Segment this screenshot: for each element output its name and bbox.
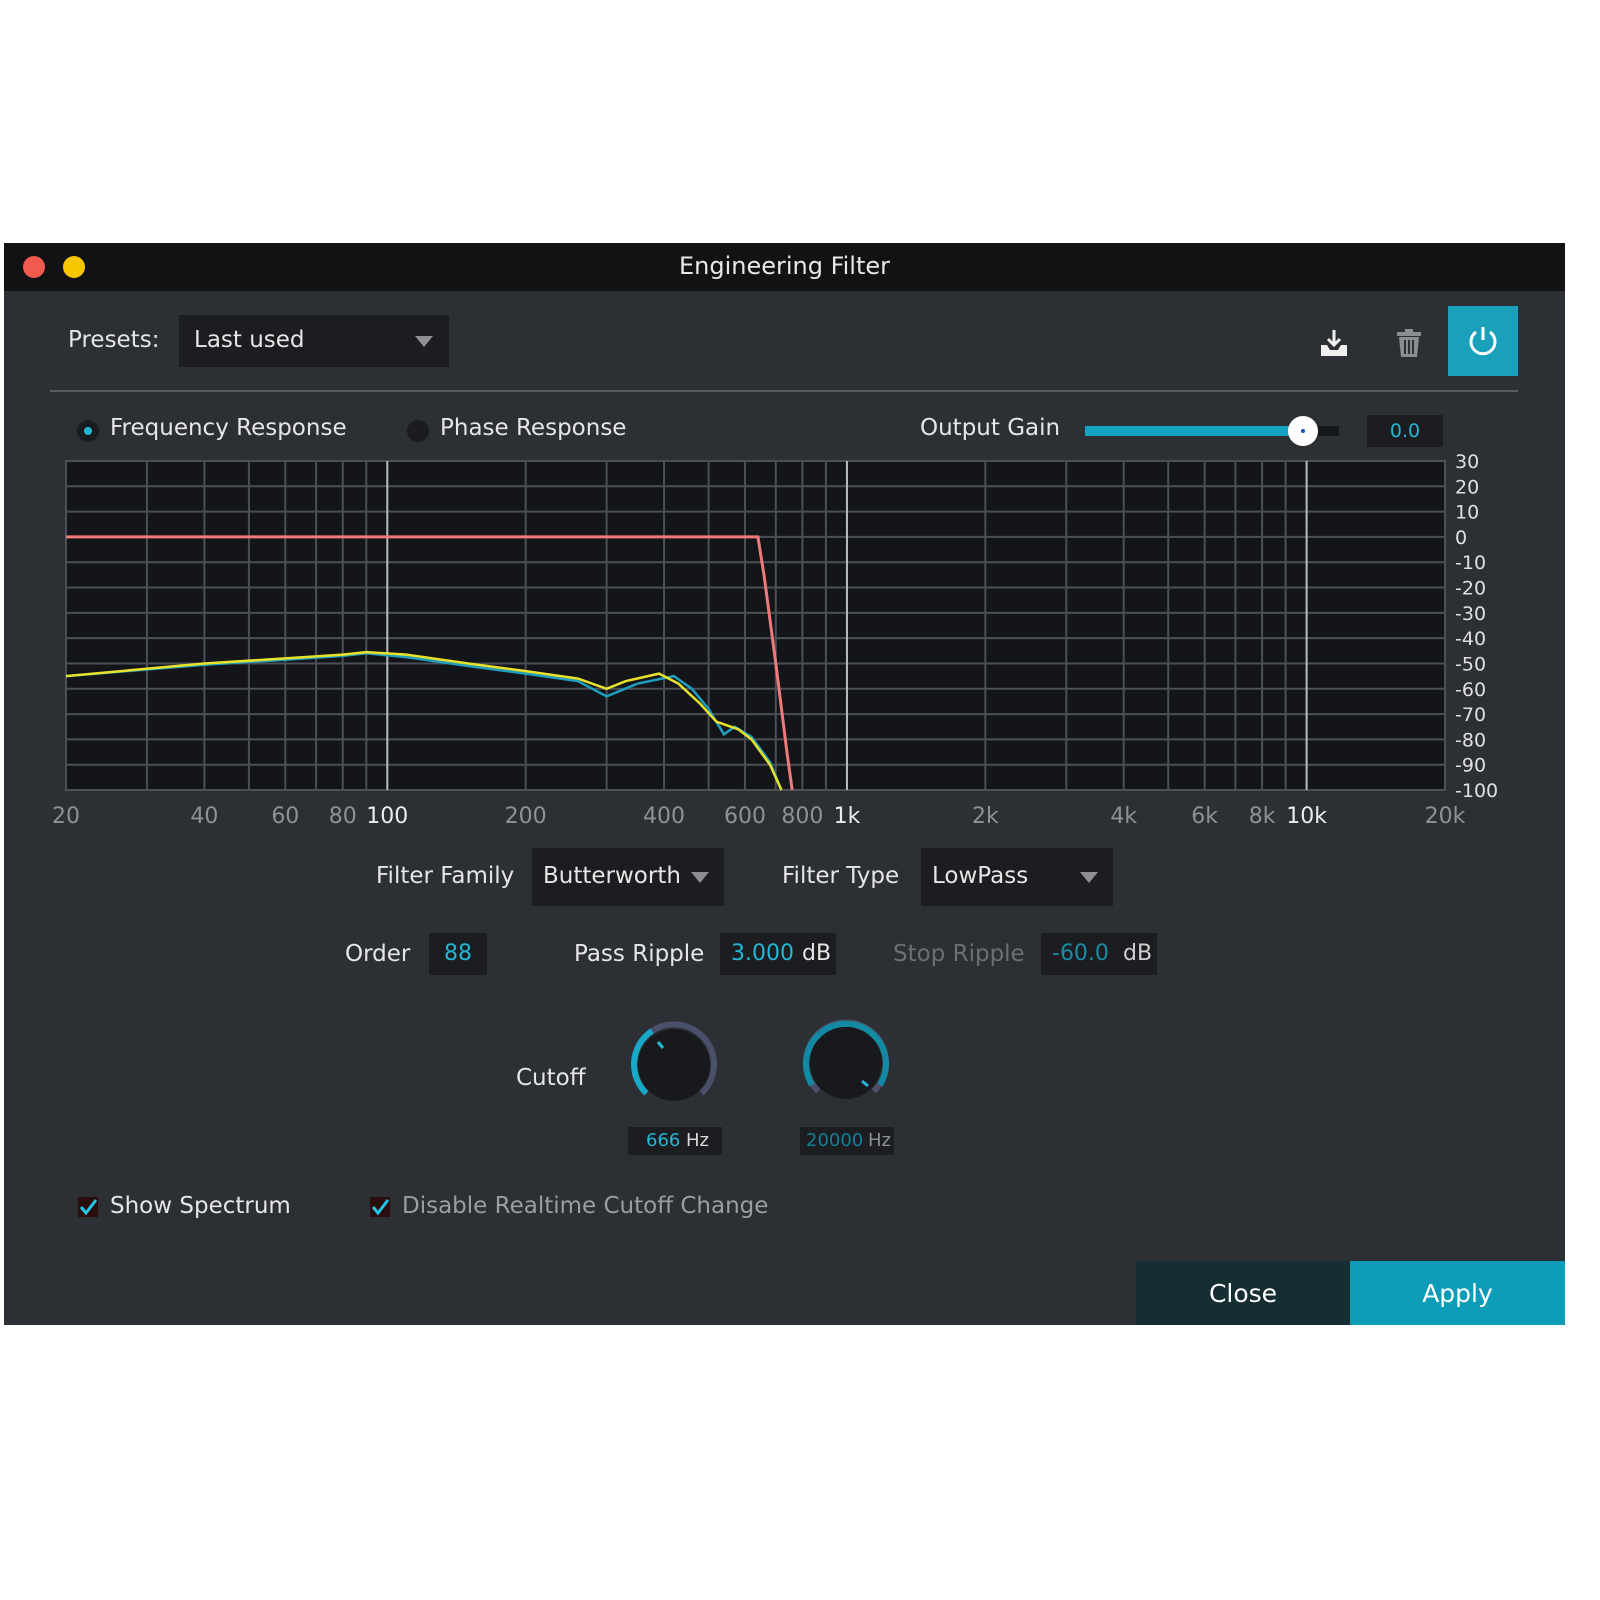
- x-tick-label: 20: [52, 804, 80, 829]
- cutoff-label: Cutoff: [516, 1065, 586, 1091]
- disable-realtime-label: Disable Realtime Cutoff Change: [402, 1193, 769, 1219]
- y-tick-label: -90: [1455, 755, 1486, 777]
- y-tick-label: -100: [1455, 780, 1498, 802]
- x-tick-label: 100: [366, 804, 408, 829]
- chevron-down-icon: [691, 872, 709, 883]
- y-tick-label: -30: [1455, 603, 1486, 625]
- cutoff-low-field[interactable]: 666 Hz: [628, 1127, 722, 1155]
- frequency-response-chart: 3020100-10-20-30-40-50-60-70-80-90-10020…: [52, 451, 1498, 829]
- x-tick-label: 600: [724, 804, 766, 829]
- x-tick-label: 2k: [972, 804, 999, 829]
- disable-realtime-checkbox[interactable]: [370, 1197, 390, 1217]
- y-tick-label: -80: [1455, 729, 1486, 751]
- cutoff-low-unit: Hz: [686, 1130, 709, 1151]
- engineering-filter-window: Engineering Filter Presets: Last used Fr…: [4, 243, 1565, 1325]
- filter-family-value: Butterworth: [543, 863, 681, 889]
- x-tick-label: 40: [190, 804, 218, 829]
- filter-family-label: Filter Family: [376, 863, 515, 889]
- order-label: Order: [345, 941, 411, 967]
- x-tick-label: 80: [329, 804, 357, 829]
- apply-button[interactable]: Apply: [1350, 1261, 1565, 1325]
- cutoff-low-value: 666: [646, 1130, 681, 1151]
- y-tick-label: -40: [1455, 628, 1486, 650]
- pass-ripple-unit: dB: [802, 941, 832, 966]
- knob-body: [638, 1029, 710, 1101]
- pass-ripple-input[interactable]: 3.000 dB: [720, 933, 836, 975]
- x-tick-label: 4k: [1110, 804, 1137, 829]
- chevron-down-icon: [1080, 872, 1098, 883]
- x-tick-label: 1k: [834, 804, 861, 829]
- checkmark-icon: [79, 1199, 98, 1216]
- x-tick-label: 60: [271, 804, 299, 829]
- cutoff-high-unit: Hz: [868, 1130, 891, 1151]
- filter-family-dropdown[interactable]: Butterworth: [532, 848, 724, 906]
- cutoff-low-knob[interactable]: [624, 1015, 724, 1115]
- show-spectrum-label: Show Spectrum: [110, 1193, 291, 1219]
- x-tick-label: 800: [781, 804, 823, 829]
- y-tick-label: -70: [1455, 704, 1486, 726]
- pass-ripple-value: 3.000: [731, 941, 794, 966]
- cutoff-high-knob[interactable]: [796, 1013, 896, 1113]
- y-tick-label: 20: [1455, 476, 1479, 498]
- filter-type-label: Filter Type: [782, 863, 900, 889]
- x-tick-label: 6k: [1191, 804, 1218, 829]
- y-tick-label: 10: [1455, 502, 1479, 524]
- y-tick-label: 0: [1455, 527, 1467, 549]
- knob-body: [810, 1027, 882, 1099]
- x-tick-label: 8k: [1249, 804, 1276, 829]
- filter-type-value: LowPass: [932, 863, 1029, 889]
- filter-type-dropdown[interactable]: LowPass: [921, 848, 1113, 906]
- stop-ripple-value: -60.0: [1052, 941, 1109, 966]
- close-button[interactable]: Close: [1136, 1261, 1350, 1325]
- cutoff-high-value: 20000: [806, 1130, 864, 1151]
- y-tick-label: -50: [1455, 653, 1486, 675]
- y-tick-label: -10: [1455, 552, 1486, 574]
- stop-ripple-unit: dB: [1123, 941, 1153, 966]
- cutoff-high-field: 20000 Hz: [800, 1127, 894, 1155]
- y-tick-label: -20: [1455, 578, 1486, 600]
- y-tick-label: -60: [1455, 679, 1486, 701]
- stop-ripple-input: -60.0 dB: [1041, 933, 1157, 975]
- x-tick-label: 400: [643, 804, 685, 829]
- y-tick-label: 30: [1455, 451, 1479, 473]
- show-spectrum-checkbox[interactable]: [78, 1197, 98, 1217]
- pass-ripple-label: Pass Ripple: [574, 941, 705, 967]
- stop-ripple-label: Stop Ripple: [893, 941, 1025, 967]
- x-tick-label: 200: [505, 804, 547, 829]
- order-input[interactable]: 88: [429, 933, 487, 975]
- checkmark-icon: [371, 1199, 390, 1216]
- x-tick-label: 20k: [1425, 804, 1466, 829]
- x-tick-label: 10k: [1286, 804, 1327, 829]
